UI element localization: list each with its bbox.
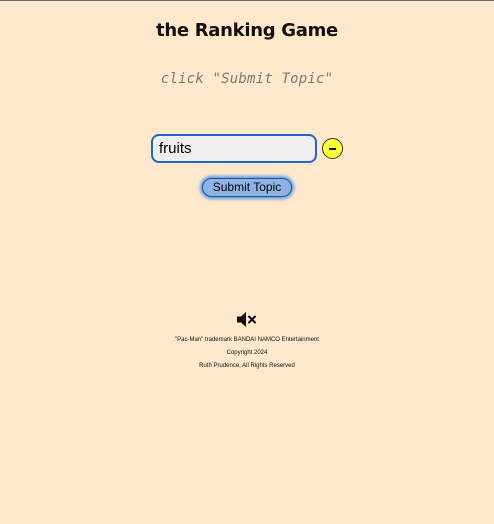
topic-input[interactable] [151,134,317,163]
trademark-notice: "Pac-Man" trademark BANDAI NAMCO Enterta… [175,337,319,343]
submit-topic-button[interactable]: Submit Topic [202,178,292,197]
sound-toggle-button[interactable] [236,311,258,328]
instruction-text: click "Submit Topic" [160,71,334,87]
page: the Ranking Game click "Submit Topic" Su… [0,1,494,524]
copyright-notice: Copyright 2024 [226,350,268,356]
speaker-muted-icon [237,312,256,327]
remove-topic-button[interactable] [322,138,343,159]
rights-notice: Ruth Prudence, All Rights Reserved [199,363,295,369]
page-title: the Ranking Game [156,20,338,41]
minus-icon [329,148,336,150]
